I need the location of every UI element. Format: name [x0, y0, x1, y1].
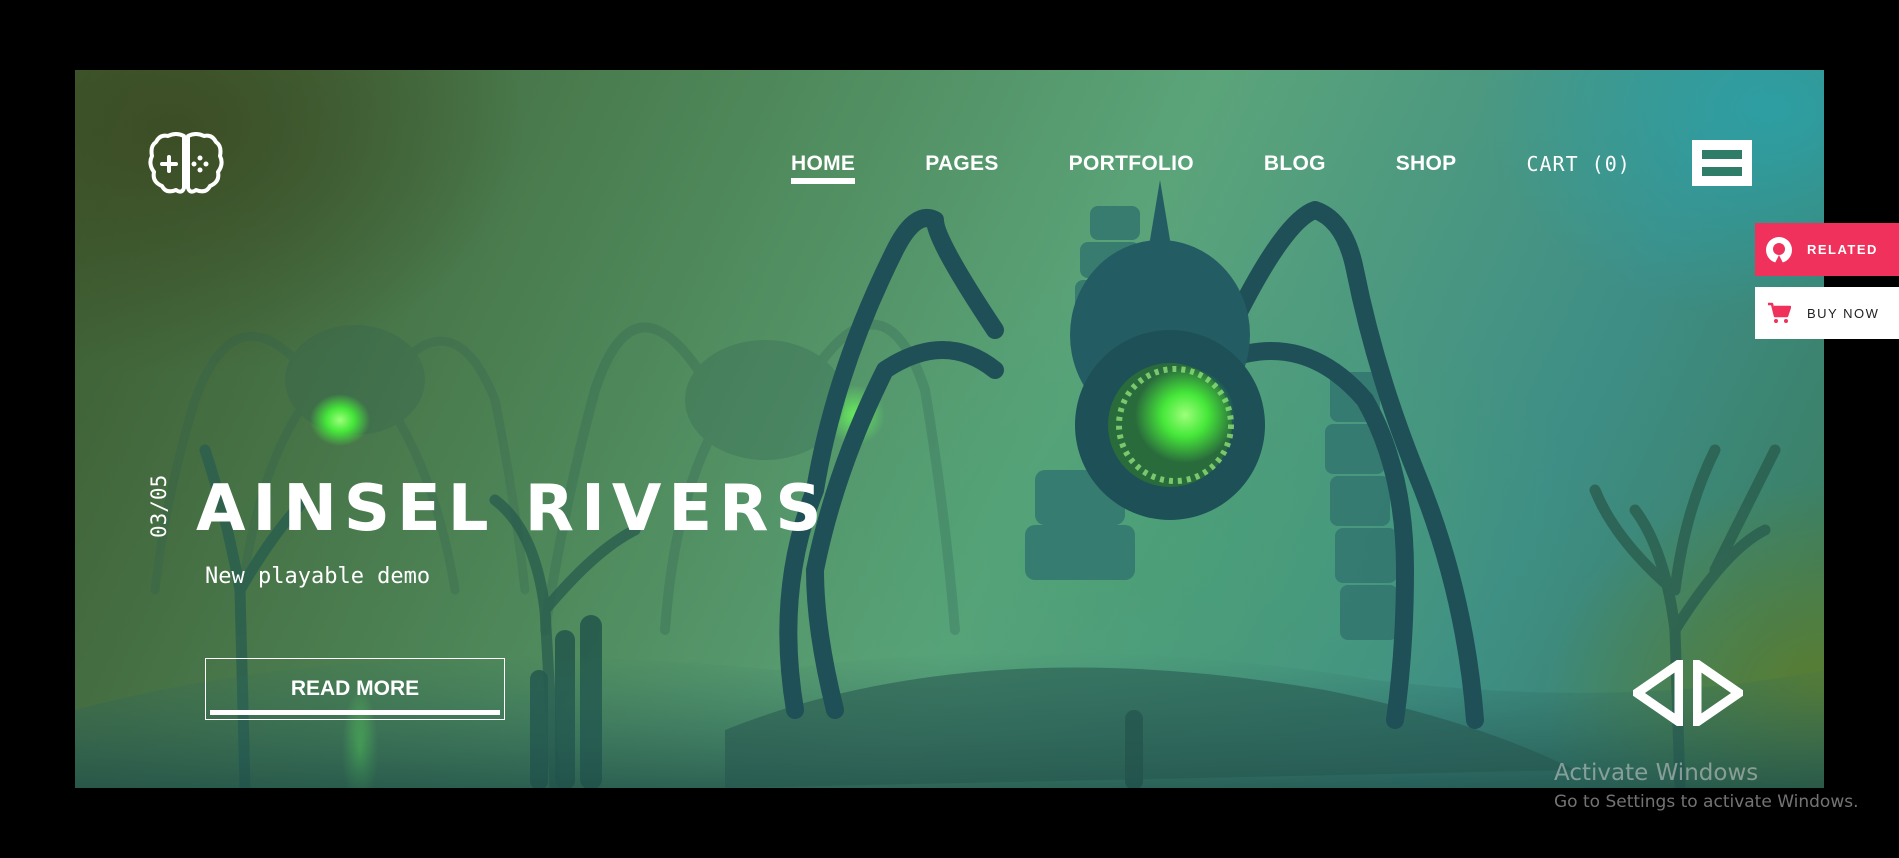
read-more-underline — [210, 710, 500, 715]
nav-shop[interactable]: SHOP — [1396, 152, 1457, 182]
nav-portfolio[interactable]: PORTFOLIO — [1069, 152, 1194, 182]
nav-pages[interactable]: PAGES — [925, 152, 998, 182]
windows-activation-watermark: Activate Windows Go to Settings to activ… — [1554, 760, 1859, 812]
hero-title: AINSEL RIVERS — [196, 472, 829, 546]
chevron-left-icon[interactable] — [1633, 660, 1683, 726]
buy-now-button[interactable]: BUY NOW — [1755, 287, 1899, 339]
menu-bar-top — [1702, 150, 1742, 159]
buy-now-label: BUY NOW — [1807, 305, 1880, 321]
menu-bar-bottom — [1702, 167, 1742, 176]
related-icon — [1765, 236, 1793, 264]
chevron-right-icon[interactable] — [1693, 660, 1743, 726]
main-nav: HOME PAGES PORTFOLIO BLOG SHOP CART (0) — [791, 152, 1701, 184]
nav-home[interactable]: HOME — [791, 152, 856, 184]
hero-subtitle: New playable demo — [205, 564, 431, 589]
browser-viewport: HOME PAGES PORTFOLIO BLOG SHOP CART (0) … — [0, 0, 1899, 858]
read-more-label: READ MORE — [290, 677, 420, 700]
hero-slider: HOME PAGES PORTFOLIO BLOG SHOP CART (0) … — [75, 70, 1824, 788]
nav-blog[interactable]: BLOG — [1264, 152, 1326, 182]
watermark-title: Activate Windows — [1554, 760, 1759, 786]
related-button[interactable]: RELATED — [1755, 223, 1899, 276]
nav-cart[interactable]: CART (0) — [1526, 152, 1630, 182]
brain-gamepad-icon[interactable] — [148, 130, 224, 196]
slider-arrows — [1633, 660, 1753, 726]
slide-counter: 03/05 — [147, 474, 171, 538]
cart-icon — [1765, 299, 1793, 327]
read-more-button[interactable]: READ MORE — [205, 658, 505, 720]
related-label: RELATED — [1807, 242, 1878, 257]
watermark-subtitle: Go to Settings to activate Windows. — [1554, 792, 1859, 812]
hamburger-menu-icon[interactable] — [1692, 140, 1752, 186]
